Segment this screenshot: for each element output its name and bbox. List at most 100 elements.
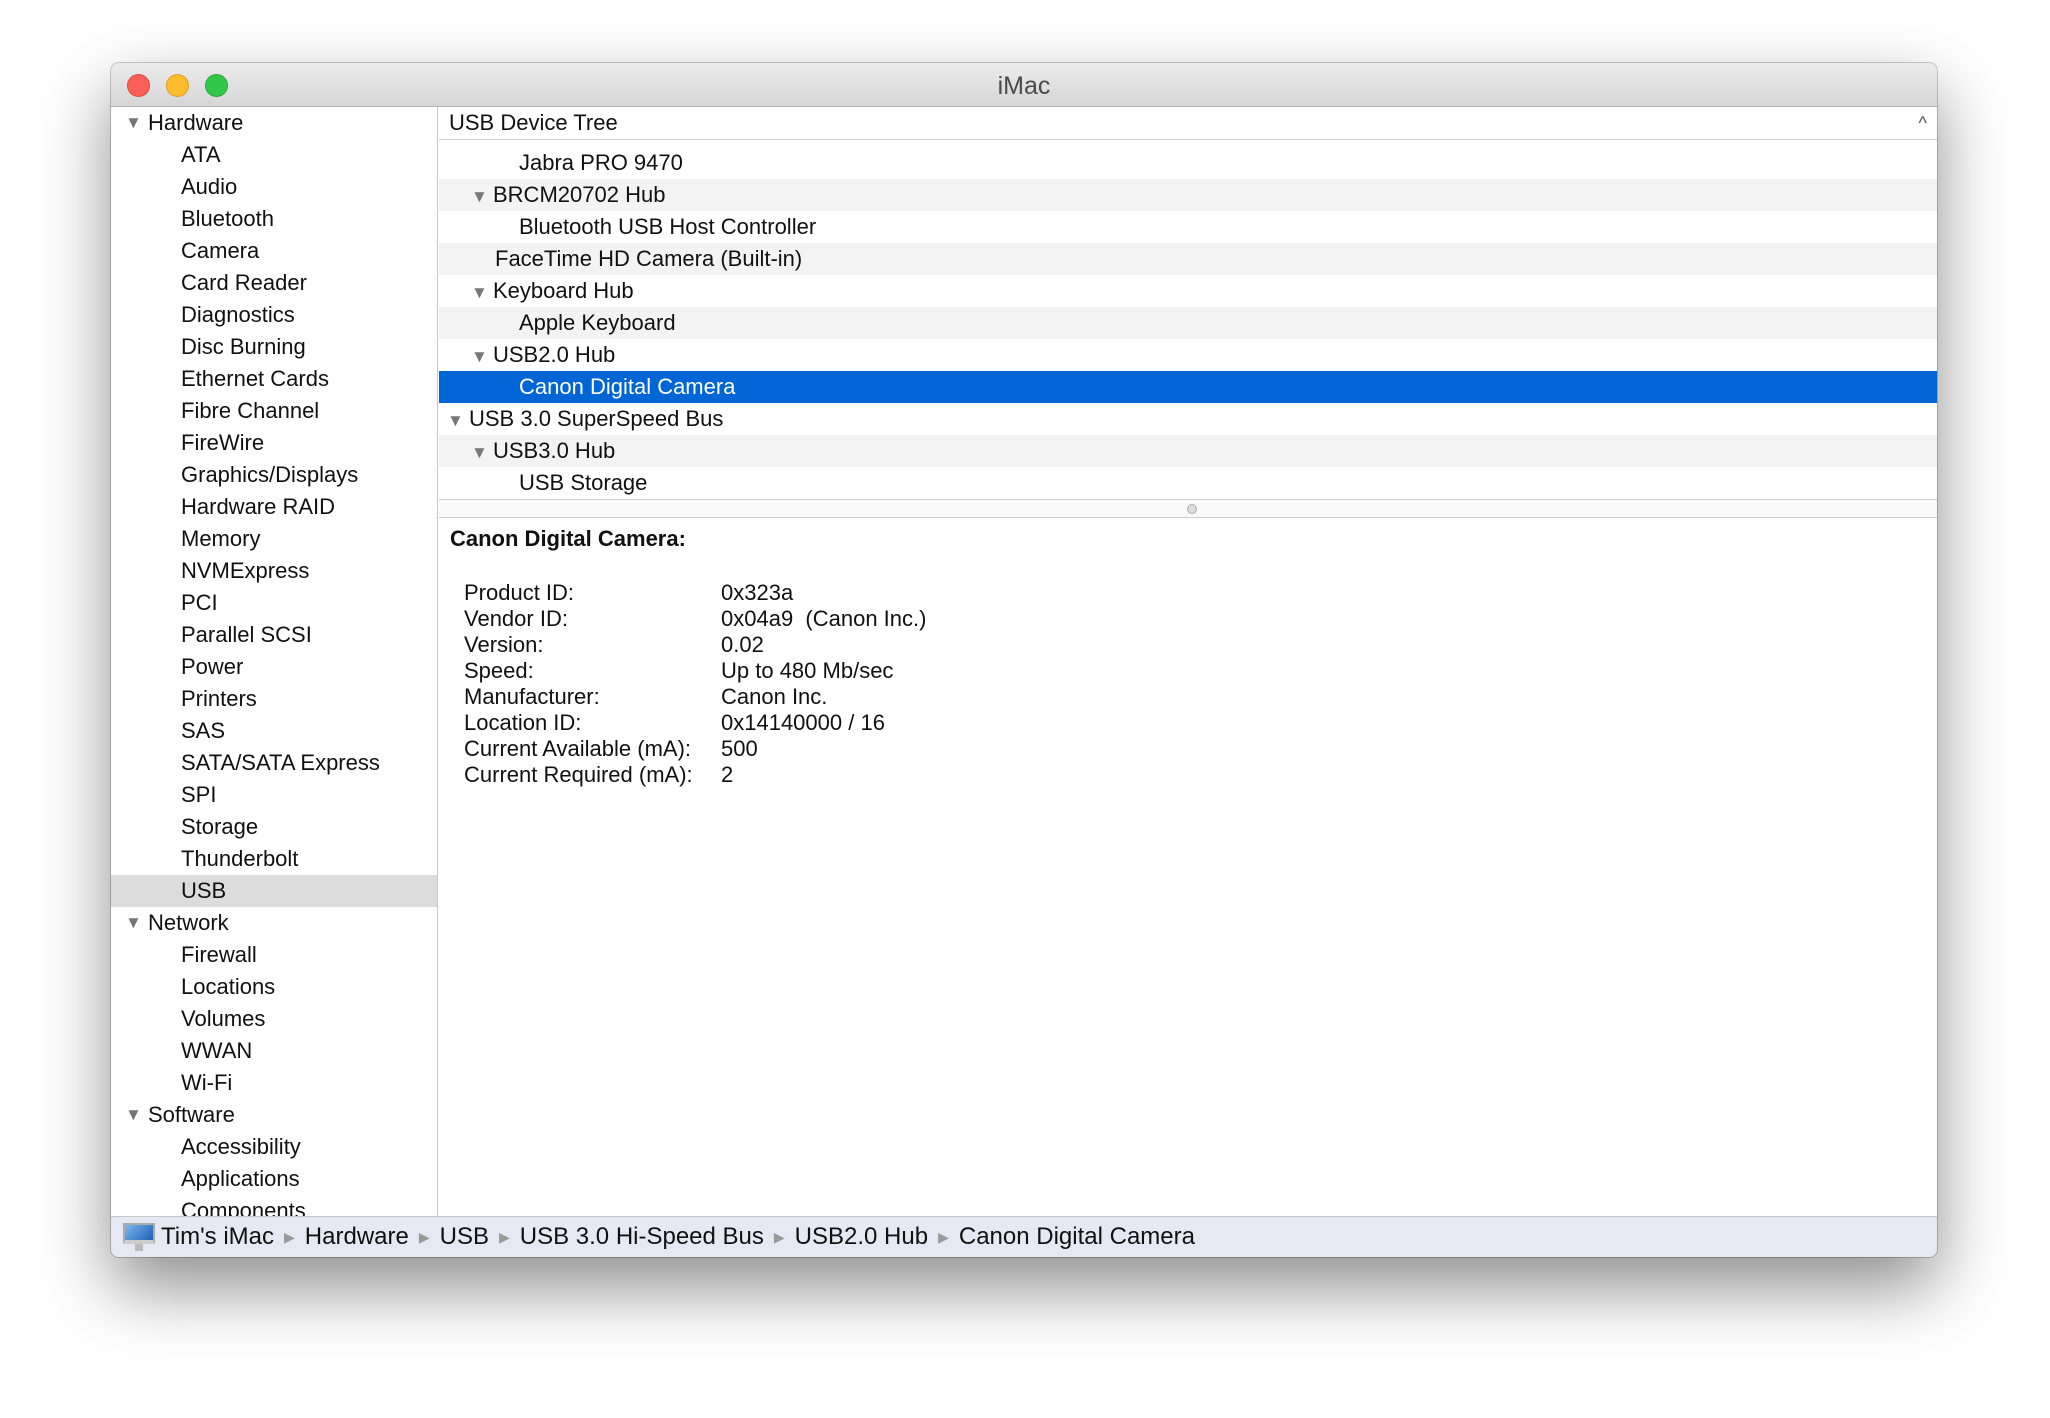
sidebar-item[interactable]: Bluetooth (111, 203, 437, 235)
breadcrumb-item[interactable]: USB2.0 Hub (795, 1223, 928, 1251)
sidebar-group[interactable]: ▼ Network (111, 907, 437, 939)
sidebar-item-label: Disc Burning (181, 334, 306, 359)
tree-row-label: USB Storage (519, 470, 648, 495)
field-value: 0x323a (721, 580, 794, 605)
disclosure-triangle-icon[interactable]: ▼ (125, 1099, 142, 1131)
sidebar-item[interactable]: NVMExpress (111, 555, 437, 587)
breadcrumb-item[interactable]: Tim's iMac (161, 1223, 274, 1251)
sidebar-item-label: Diagnostics (181, 302, 295, 327)
tree-row[interactable]: Canon Digital Camera (439, 371, 1937, 403)
disclosure-triangle-icon[interactable]: ▼ (125, 107, 142, 139)
divider-handle-icon[interactable] (1187, 504, 1197, 514)
breadcrumb-item[interactable]: Canon Digital Camera (959, 1223, 1195, 1251)
sidebar-item-label: USB (181, 878, 227, 903)
disclosure-triangle-icon[interactable]: ▼ (447, 405, 469, 437)
field-label: Speed: (464, 658, 534, 683)
sidebar-item[interactable]: PCI (111, 587, 437, 619)
field-label: Current Available (mA): (464, 736, 692, 761)
detail-field: Current Required (mA): 2 (450, 762, 1937, 788)
sidebar-item[interactable]: Camera (111, 235, 437, 267)
sidebar-item[interactable]: ATA (111, 139, 437, 171)
tree-row[interactable]: ▼ Keyboard Hub (439, 275, 1937, 307)
breadcrumb: Tim's iMac ▶ Hardware ▶ USB ▶ USB 3.0 Hi-Speed… (111, 1216, 1937, 1257)
sidebar-item[interactable]: WWAN (111, 1035, 437, 1067)
sidebar-item-label: Memory (181, 526, 261, 551)
detail-field: Speed: Up to 480 Mb/sec (450, 658, 1937, 684)
sidebar-item[interactable]: Disc Burning (111, 331, 437, 363)
sidebar-item[interactable]: Applications (111, 1163, 437, 1195)
tree-row[interactable]: ▼ USB 3.0 SuperSpeed Bus (439, 403, 1937, 435)
sidebar-item[interactable]: Thunderbolt (111, 843, 437, 875)
disclosure-triangle-icon[interactable]: ▼ (125, 907, 142, 939)
sidebar-item-label: Bluetooth (181, 206, 274, 231)
sidebar-item[interactable]: Power (111, 651, 437, 683)
sidebar-item[interactable]: Volumes (111, 1003, 437, 1035)
tree-row[interactable]: FaceTime HD Camera (Built-in) (439, 243, 1937, 275)
sidebar-item-label: Network (148, 910, 229, 935)
field-label: Current Required (mA): (464, 762, 693, 787)
sidebar-item[interactable]: FireWire (111, 427, 437, 459)
tree-header[interactable]: USB Device Tree ^ (439, 107, 1937, 140)
sidebar-item[interactable]: Fibre Channel (111, 395, 437, 427)
tree-row[interactable]: Jabra PRO 9470 (439, 147, 1937, 179)
breadcrumb-separator-icon: ▶ (938, 1228, 949, 1245)
sidebar-item-label: Ethernet Cards (181, 366, 329, 391)
sidebar-item[interactable]: Audio (111, 171, 437, 203)
sidebar-item[interactable]: SAS (111, 715, 437, 747)
sidebar-group[interactable]: ▼ Hardware (111, 107, 437, 139)
tree-row[interactable]: USB Storage (439, 467, 1937, 499)
breadcrumb-item[interactable]: Hardware (305, 1223, 409, 1251)
tree-header-label: USB Device Tree (449, 110, 618, 135)
sidebar-item[interactable]: Graphics/Displays (111, 459, 437, 491)
sidebar-item-label: FireWire (181, 430, 265, 455)
sidebar-item[interactable]: USB (111, 875, 437, 907)
sidebar-item[interactable]: Hardware RAID (111, 491, 437, 523)
sidebar: ▼ Hardware ATA Audio Bluetooth Camera Card Rea… (111, 107, 438, 1216)
sidebar-item[interactable]: Memory (111, 523, 437, 555)
field-label: Manufacturer: (464, 684, 600, 709)
sidebar-item[interactable]: Card Reader (111, 267, 437, 299)
tree-row-label: USB2.0 Hub (493, 342, 616, 367)
sidebar-item[interactable]: Parallel SCSI (111, 619, 437, 651)
disclosure-triangle-icon[interactable]: ▼ (471, 437, 493, 469)
sidebar-item-label: Software (148, 1102, 235, 1127)
sidebar-item[interactable]: Storage (111, 811, 437, 843)
chevron-up-icon[interactable]: ^ (1919, 107, 1927, 139)
sidebar-item[interactable]: Components (111, 1195, 437, 1216)
window-title: iMac (997, 72, 1051, 100)
sidebar-item-label: Firewall (181, 942, 257, 967)
disclosure-triangle-icon[interactable]: ▼ (471, 341, 493, 373)
tree-row[interactable]: Bluetooth USB Host Controller (439, 211, 1937, 243)
sidebar-item[interactable]: SATA/SATA Express (111, 747, 437, 779)
field-value: 0.02 (721, 632, 764, 657)
sidebar-item-label: Wi-Fi (181, 1070, 233, 1095)
disclosure-triangle-icon[interactable]: ▼ (471, 277, 493, 309)
sidebar-item[interactable]: SPI (111, 779, 437, 811)
split-view-divider[interactable] (439, 499, 1937, 518)
sidebar-group[interactable]: ▼ Software (111, 1099, 437, 1131)
tree-row[interactable]: Apple Keyboard (439, 307, 1937, 339)
tree-row[interactable]: ▼ BRCM20702 Hub (439, 179, 1937, 211)
sidebar-item[interactable]: Printers (111, 683, 437, 715)
sidebar-item[interactable]: Diagnostics (111, 299, 437, 331)
field-label: Product ID: (464, 580, 575, 605)
sidebar-item[interactable]: Accessibility (111, 1131, 437, 1163)
sidebar-item-label: Card Reader (181, 270, 307, 295)
tree-row-label: Jabra PRO 9470 (519, 150, 683, 175)
sidebar-item[interactable]: Firewall (111, 939, 437, 971)
breadcrumb-item[interactable]: USB (440, 1223, 489, 1251)
sidebar-item-label: Printers (181, 686, 257, 711)
sidebar-item[interactable]: Ethernet Cards (111, 363, 437, 395)
sidebar-item-label: Fibre Channel (181, 398, 320, 423)
disclosure-triangle-icon[interactable]: ▼ (471, 181, 493, 213)
sidebar-item-label: Locations (181, 974, 276, 999)
tree-row-label: Keyboard Hub (493, 278, 634, 303)
tree-row-label: Canon Digital Camera (519, 374, 736, 399)
breadcrumb-item[interactable]: USB 3.0 Hi-Speed Bus (520, 1223, 764, 1251)
tree-row[interactable]: ▼ USB2.0 Hub (439, 339, 1937, 371)
sidebar-item[interactable]: Wi-Fi (111, 1067, 437, 1099)
tree-row[interactable]: ▼ USB3.0 Hub (439, 435, 1937, 467)
title-bar: iMac (111, 63, 1937, 107)
system-information-window: iMac ▼ Hardware ATA Audio Bluetooth Camera Car… (111, 63, 1937, 1257)
sidebar-item[interactable]: Locations (111, 971, 437, 1003)
